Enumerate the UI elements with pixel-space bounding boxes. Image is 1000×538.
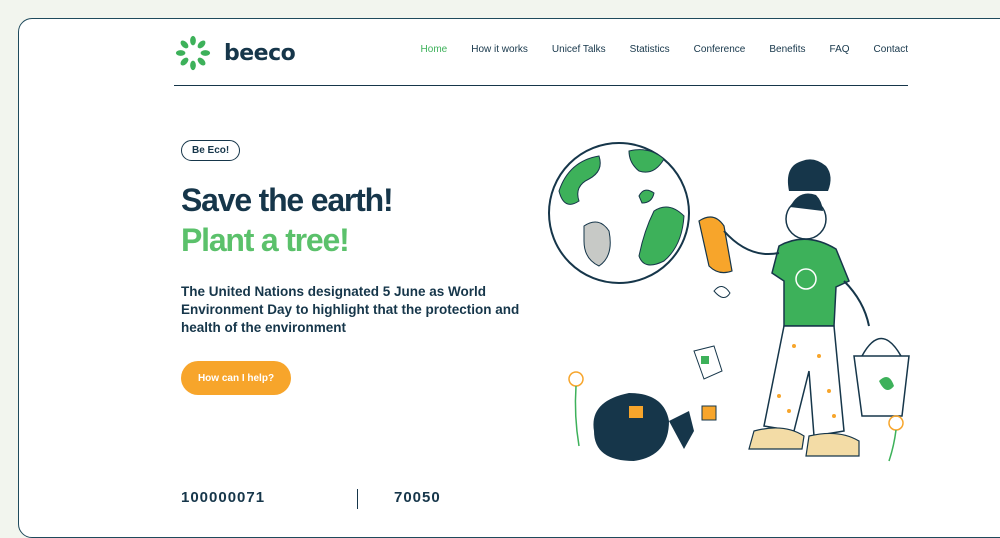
stats-divider [357, 489, 358, 509]
nav-links: Home How it works Unicef Talks Statistic… [397, 44, 908, 55]
trash-bag-icon [593, 393, 694, 461]
hero-description: The United Nations designated 5 June as … [181, 284, 520, 335]
page-frame: beeco Home How it works Unicef Talks Sta… [18, 18, 1000, 538]
nav-unicef-talks[interactable]: Unicef Talks [552, 44, 606, 55]
be-eco-badge: Be Eco! [181, 140, 241, 161]
litter-icon [693, 286, 731, 421]
stat-value-1: 100000071 [181, 489, 266, 506]
nav-conference[interactable]: Conference [694, 44, 746, 55]
brand-name: beeco [224, 40, 296, 66]
hero-headline: Save the earth! [181, 182, 394, 218]
eco-person-cleaning-globe-illustration [548, 142, 910, 462]
nav-home[interactable]: Home [421, 44, 448, 55]
nav-benefits[interactable]: Benefits [769, 44, 805, 55]
how-can-i-help-button[interactable]: How can I help? [181, 361, 291, 395]
hero-subheadline: Plant a tree! [181, 222, 350, 258]
brand-logo[interactable]: beeco [174, 31, 296, 75]
nav-statistics[interactable]: Statistics [630, 44, 670, 55]
stat-value-2: 70050 [394, 489, 441, 506]
bucket-icon [853, 337, 910, 417]
nav-contact[interactable]: Contact [874, 44, 908, 55]
nav-faq[interactable]: FAQ [830, 44, 850, 55]
person-figure-icon [723, 159, 870, 457]
top-navbar: beeco Home How it works Unicef Talks Sta… [174, 31, 908, 86]
nav-how-it-works[interactable]: How it works [471, 44, 528, 55]
leaf-burst-logo-icon [175, 35, 211, 71]
globe-icon [548, 142, 690, 284]
